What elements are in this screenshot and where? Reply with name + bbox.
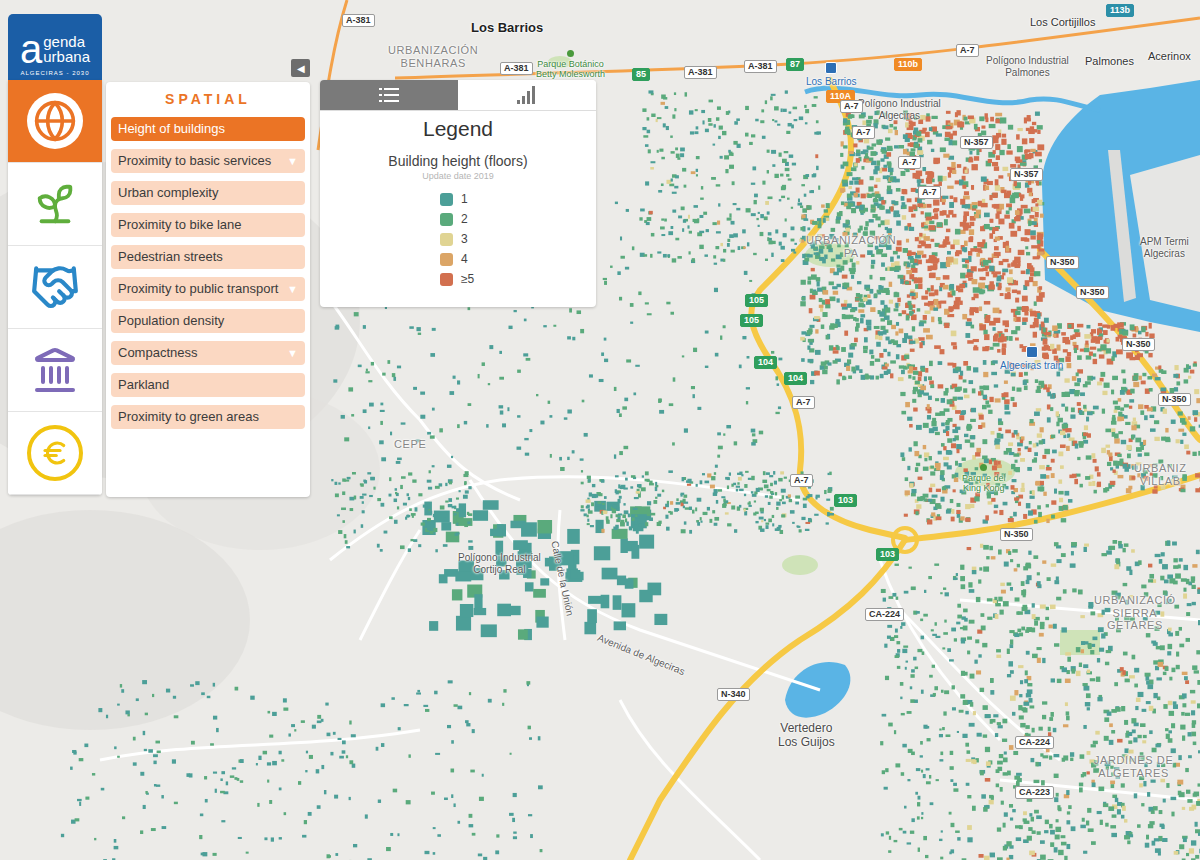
map-page: Los BarriosURBANIZACIÓNBENHARASParque Bo…	[0, 0, 1200, 860]
